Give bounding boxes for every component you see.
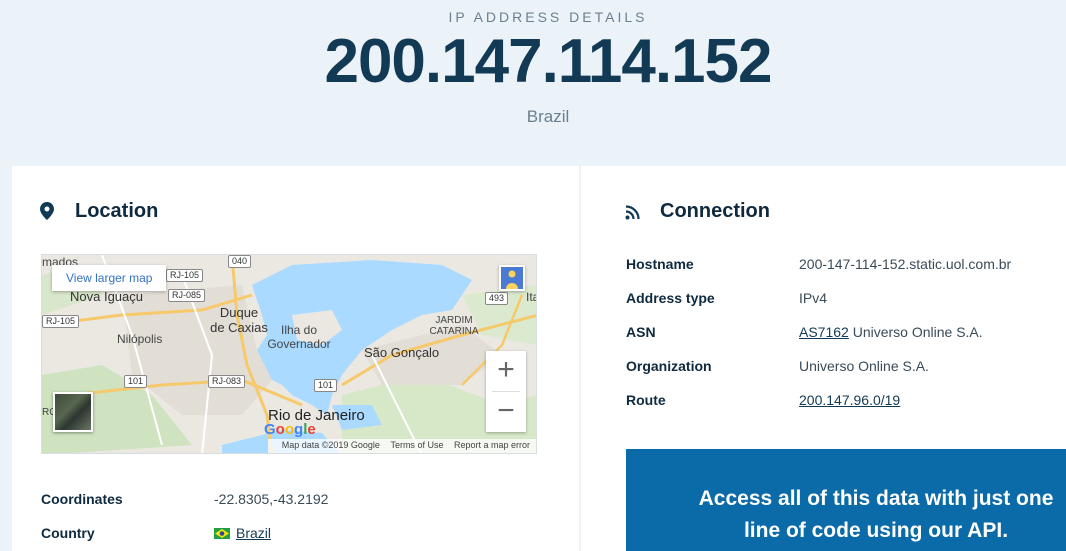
map-attribution: Map data ©2019 Google Terms of Use Repor… — [267, 439, 536, 453]
organization-value: Universo Online S.A. — [799, 358, 929, 374]
page-subtitle-country: Brazil — [526, 107, 570, 126]
address-type-value: IPv4 — [799, 290, 828, 306]
api-promo-text: Access all of this data with just one li… — [626, 483, 1066, 547]
asn-link[interactable]: AS7162 — [799, 324, 849, 340]
asn-name: Universo Online S.A. — [848, 324, 983, 340]
field-label: ASN — [626, 324, 656, 340]
location-title: Location — [75, 200, 159, 222]
road-shield: RJ-085 — [168, 289, 206, 302]
view-larger-map-link[interactable]: View larger map — [52, 265, 167, 291]
ip-header: IP ADDRESS DETAILS 200.147.114.152 Brazi… — [0, 0, 1066, 166]
connection-card: Connection Hostname 200-147-114-152.stat… — [581, 166, 1066, 551]
route-value: 200.147.96.0/19 — [799, 392, 900, 408]
brazil-flag-icon — [214, 528, 230, 539]
map-label-sao-goncalo: São Gonçalo — [364, 345, 440, 360]
road-shield: 493 — [485, 292, 509, 305]
pegman-icon — [501, 267, 523, 289]
hostname-value: 200-147-114-152.static.uol.com.br — [799, 256, 1012, 272]
connection-title: Connection — [660, 200, 770, 222]
map-data-credit: Map data ©2019 Google — [281, 440, 380, 450]
api-promo-line: line of code using our API. — [743, 519, 1009, 542]
api-promo-banner[interactable]: Access all of this data with just one li… — [626, 449, 1066, 551]
zoom-out-button[interactable]: − — [486, 392, 526, 432]
signal-icon — [625, 205, 640, 220]
map-label-ilha-do-governador: Ilha do Governador — [267, 323, 331, 351]
map-label-jardim-catarina: JARDIM CATARINA — [429, 315, 479, 337]
map-terms-link[interactable]: Terms of Use — [390, 440, 443, 450]
road-shield: RJ-105 — [42, 315, 80, 328]
road-shield: 040 — [228, 255, 252, 268]
country-value: Brazil — [214, 525, 271, 541]
zoom-in-button[interactable]: + — [486, 351, 526, 391]
page-title-ip: 200.147.114.152 — [324, 27, 772, 96]
map-label-nilopolis: Nilópolis — [117, 332, 163, 346]
map-pin-icon — [40, 202, 54, 220]
page-kicker: IP ADDRESS DETAILS — [448, 9, 648, 25]
street-view-button[interactable] — [499, 265, 525, 291]
field-label: Address type — [626, 290, 715, 306]
location-card: Location mados Nova Iguaçu Duque de Caxi… — [12, 166, 579, 551]
field-label: Hostname — [626, 256, 694, 272]
road-shield: 101 — [124, 375, 148, 388]
coordinates-value: -22.8305,-43.2192 — [214, 491, 329, 507]
field-label: Route — [626, 392, 666, 408]
satellite-toggle-button[interactable] — [53, 392, 93, 432]
map-zoom-controls: + − — [486, 351, 526, 432]
google-logo: Google — [264, 421, 316, 438]
road-shield: 101 — [314, 379, 338, 392]
api-promo-line: Access all of this data with just one — [698, 487, 1054, 510]
field-label: Country — [41, 525, 95, 541]
map-label-nova-iguacu: Nova Iguaçu — [70, 289, 143, 304]
map-label-ita: Ita — [526, 290, 536, 304]
road-shield: RJ-105 — [166, 269, 204, 282]
asn-value: AS7162 Universo Online S.A. — [799, 324, 983, 340]
country-link[interactable]: Brazil — [236, 525, 271, 541]
field-label: Coordinates — [41, 491, 123, 507]
map-report-error-link[interactable]: Report a map error — [454, 440, 530, 450]
field-label: Organization — [626, 358, 712, 374]
location-map[interactable]: mados Nova Iguaçu Duque de Caxias Ilha d… — [41, 254, 537, 454]
road-shield: RJ-083 — [208, 375, 246, 388]
route-link[interactable]: 200.147.96.0/19 — [799, 392, 900, 408]
